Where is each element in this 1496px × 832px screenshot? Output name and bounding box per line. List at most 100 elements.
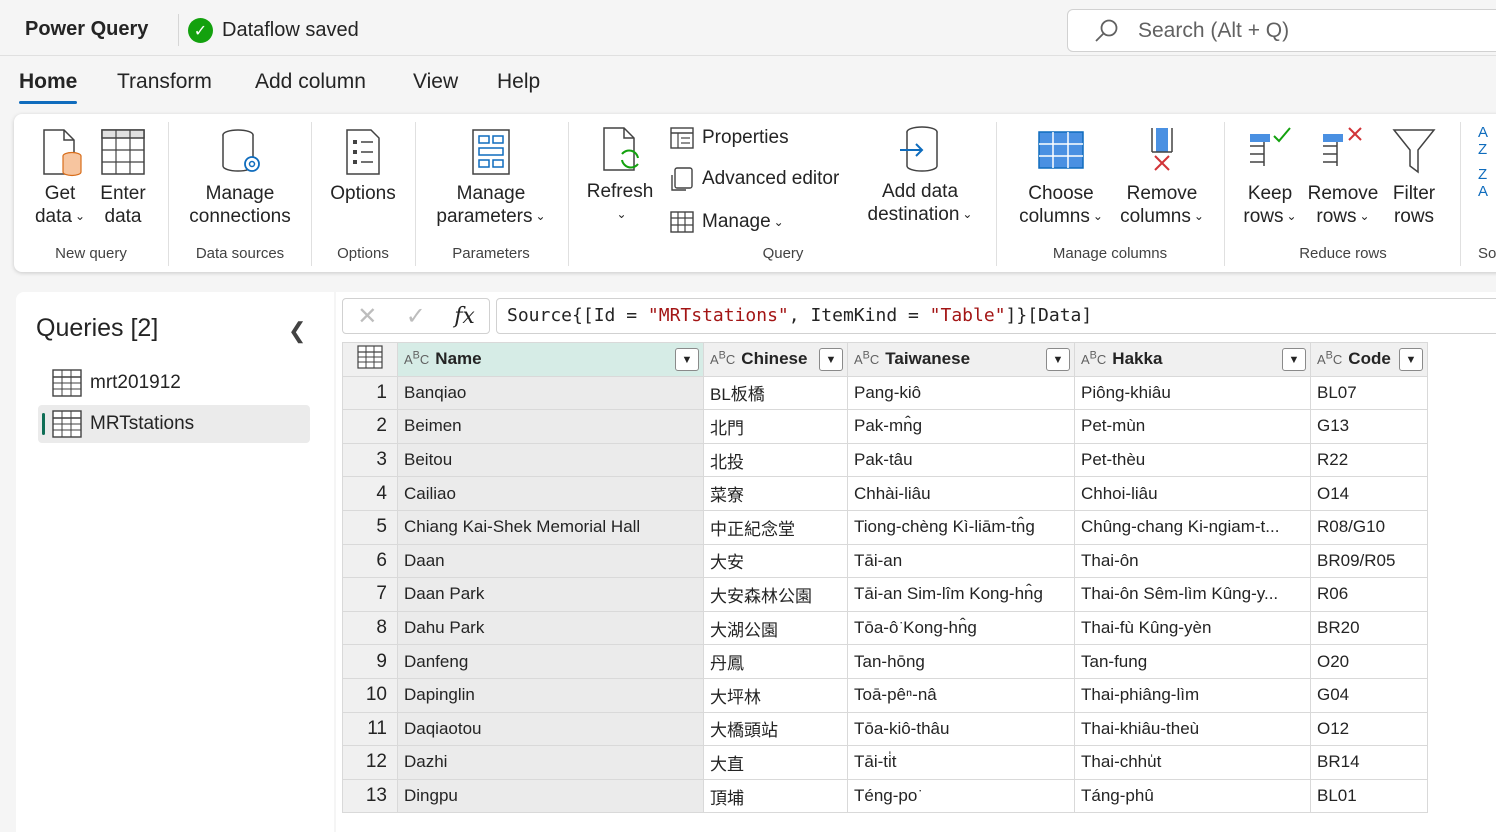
table-cell[interactable]: Thai-chhu̍t [1074, 745, 1311, 780]
table-cell[interactable]: 北門 [703, 409, 848, 444]
query-item-mrt201912[interactable]: mrt201912 [38, 364, 310, 402]
table-cell[interactable]: Chhài-liâu [847, 476, 1075, 511]
column-header-taiwanese[interactable]: ABC Taiwanese ▼ [847, 342, 1075, 377]
table-cell[interactable]: Chiang Kai-Shek Memorial Hall [397, 509, 704, 545]
add-data-destination-button[interactable]: Add data destination ⌄ [856, 124, 984, 226]
table-cell[interactable]: Téng-po͘ [847, 778, 1075, 814]
sort-descending-button[interactable]: ZA [1478, 166, 1496, 200]
table-cell[interactable]: Táng-phû [1074, 778, 1311, 814]
table-cell[interactable]: Tan-hōng [847, 644, 1075, 679]
sort-ascending-button[interactable]: AZ [1478, 124, 1496, 158]
table-cell[interactable]: Pet-thèu [1074, 442, 1311, 478]
table-cell[interactable]: BL01 [1310, 778, 1428, 814]
table-cell[interactable]: 大安 [703, 543, 848, 579]
table-cell[interactable]: 菜寮 [703, 476, 848, 511]
remove-columns-button[interactable]: Remove columns ⌄ [1112, 126, 1212, 228]
table-cell[interactable]: Pak-tâu [847, 442, 1075, 478]
choose-columns-button[interactable]: Choose columns ⌄ [1008, 126, 1114, 228]
table-cell[interactable]: O14 [1310, 476, 1428, 511]
table-cell[interactable]: BR14 [1310, 745, 1428, 780]
tab-home[interactable]: Home [19, 70, 78, 104]
table-cell[interactable]: Tan-fung [1074, 644, 1311, 679]
table-cell[interactable]: Chûng-chang Ki-ngiam-t... [1074, 509, 1311, 545]
table-cell[interactable]: Chhoi-liâu [1074, 476, 1311, 511]
table-cell[interactable]: 中正紀念堂 [703, 509, 848, 545]
cancel-formula-icon[interactable]: ✕ [357, 302, 377, 331]
table-cell[interactable]: Thai-ôn [1074, 543, 1311, 579]
manage-connections-button[interactable]: Manage connections [182, 126, 298, 228]
table-cell[interactable]: Thai-phiâng-lìm [1074, 677, 1311, 713]
advanced-editor-button[interactable]: Advanced editor [670, 167, 839, 191]
table-cell[interactable]: Beitou [397, 442, 704, 478]
table-cell[interactable]: 大湖公園 [703, 610, 848, 646]
table-cell[interactable]: Pak-mn̂g [847, 409, 1075, 444]
table-cell[interactable]: Dazhi [397, 745, 704, 780]
select-all-corner[interactable] [342, 342, 398, 377]
table-cell[interactable]: Thai-khiâu-theù [1074, 711, 1311, 747]
table-cell[interactable]: Daan Park [397, 577, 704, 612]
table-cell[interactable]: G04 [1310, 677, 1428, 713]
query-item-mrtstations[interactable]: MRTstations [38, 405, 310, 443]
table-cell[interactable]: Toā-pêⁿ-nâ [847, 677, 1075, 713]
table-cell[interactable]: Tōa-ô͘ Kong-hn̂g [847, 610, 1075, 646]
column-filter-button[interactable]: ▼ [675, 348, 699, 371]
column-filter-button[interactable]: ▼ [1399, 348, 1423, 371]
tab-view[interactable]: View [413, 70, 458, 94]
table-cell[interactable]: 大橋頭站 [703, 711, 848, 747]
table-cell[interactable]: R22 [1310, 442, 1428, 478]
table-cell[interactable]: Tāi-an [847, 543, 1075, 579]
column-header-hakka[interactable]: ABC Hakka ▼ [1074, 342, 1311, 377]
manage-button[interactable]: Manage ⌄ [670, 210, 784, 234]
table-cell[interactable]: Thai-ôn Sêm-lìm Kûng-y... [1074, 577, 1311, 612]
table-cell[interactable]: 大安森林公園 [703, 577, 848, 612]
column-filter-button[interactable]: ▼ [1282, 348, 1306, 371]
column-header-name[interactable]: ABC Name ▼ [397, 342, 704, 377]
table-cell[interactable]: Thai-fù Kûng-yèn [1074, 610, 1311, 646]
filter-rows-button[interactable]: Filter rows [1382, 126, 1446, 228]
enter-data-button[interactable]: Enter data [96, 126, 150, 228]
table-cell[interactable]: BL07 [1310, 375, 1428, 411]
table-cell[interactable]: Banqiao [397, 375, 704, 411]
table-cell[interactable]: R08/G10 [1310, 509, 1428, 545]
properties-button[interactable]: Properties [670, 126, 789, 150]
options-button[interactable]: Options [322, 126, 404, 205]
table-cell[interactable]: Beimen [397, 409, 704, 444]
refresh-button[interactable]: Refresh ⌄ [582, 124, 658, 226]
manage-parameters-button[interactable]: Manage parameters ⌄ [426, 126, 556, 228]
table-cell[interactable]: Daqiaotou [397, 711, 704, 747]
column-header-code[interactable]: ABC Code ▼ [1310, 342, 1428, 377]
table-cell[interactable]: Pet-mùn [1074, 409, 1311, 444]
column-filter-button[interactable]: ▼ [819, 348, 843, 371]
table-cell[interactable]: O20 [1310, 644, 1428, 679]
table-cell[interactable]: R06 [1310, 577, 1428, 612]
table-cell[interactable]: Daan [397, 543, 704, 579]
collapse-pane-icon[interactable]: ❮ [288, 318, 306, 344]
table-cell[interactable]: Cailiao [397, 476, 704, 511]
table-cell[interactable]: Tāi-an Sim-lîm Kong-hn̂g [847, 577, 1075, 612]
table-cell[interactable]: Dahu Park [397, 610, 704, 646]
table-cell[interactable]: 北投 [703, 442, 848, 478]
table-cell[interactable]: Tōa-kiô-thâu [847, 711, 1075, 747]
column-header-chinese[interactable]: ABC Chinese ▼ [703, 342, 848, 377]
table-cell[interactable]: Dingpu [397, 778, 704, 814]
table-cell[interactable]: O12 [1310, 711, 1428, 747]
formula-bar[interactable]: Source{[Id = "MRTstations", ItemKind = "… [496, 298, 1496, 334]
table-cell[interactable]: 大坪林 [703, 677, 848, 713]
fx-icon[interactable]: fx [454, 304, 475, 329]
table-cell[interactable]: Danfeng [397, 644, 704, 679]
table-cell[interactable]: 大直 [703, 745, 848, 780]
commit-formula-icon[interactable]: ✓ [406, 302, 426, 331]
keep-rows-button[interactable]: Keep rows ⌄ [1236, 126, 1304, 228]
table-cell[interactable]: BR20 [1310, 610, 1428, 646]
get-data-button[interactable]: Get data ⌄ [32, 126, 88, 228]
table-cell[interactable]: BR09/R05 [1310, 543, 1428, 579]
table-cell[interactable]: Tiong-chèng Kì-liām-tn̂g [847, 509, 1075, 545]
tab-help[interactable]: Help [497, 70, 540, 94]
remove-rows-button[interactable]: Remove rows ⌄ [1306, 126, 1380, 228]
tab-add-column[interactable]: Add column [255, 70, 366, 94]
table-cell[interactable]: 丹鳳 [703, 644, 848, 679]
column-filter-button[interactable]: ▼ [1046, 348, 1070, 371]
table-cell[interactable]: Dapinglin [397, 677, 704, 713]
table-cell[interactable]: Pang-kiô [847, 375, 1075, 411]
table-cell[interactable]: G13 [1310, 409, 1428, 444]
